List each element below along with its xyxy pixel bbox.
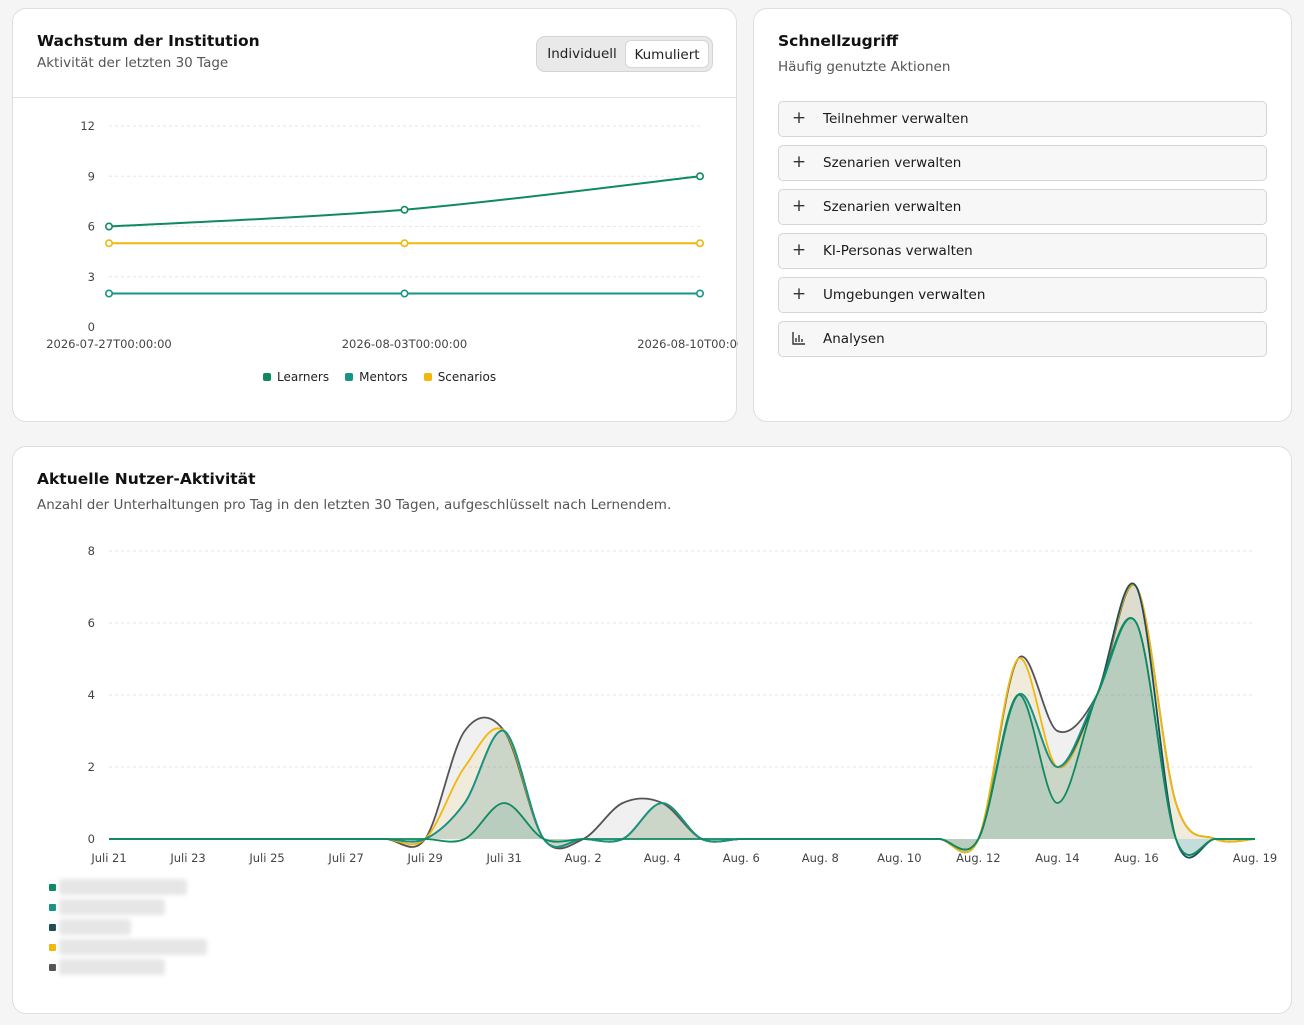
y-tick-label: 12 — [80, 119, 95, 133]
plus-icon: + — [791, 196, 807, 216]
plus-icon: + — [791, 108, 807, 128]
redacted-learner-name — [59, 899, 165, 915]
y-tick-label: 0 — [88, 832, 95, 846]
x-tick-label: Aug. 2 — [565, 851, 602, 865]
redacted-learner-name — [59, 939, 207, 955]
x-tick-label: Aug. 19 — [1233, 851, 1277, 865]
legend-item: Scenarios — [423, 370, 497, 384]
action-label: KI-Personas verwalten — [823, 243, 973, 259]
y-tick-label: 6 — [88, 220, 95, 234]
growth-chart: 0 3 6 9 12 2026-07-27T00:00:00 2026-08-03T00:0… — [46, 119, 738, 351]
legend-item: Learners — [263, 370, 329, 384]
x-tick-label: Juli 23 — [169, 851, 205, 865]
manage-scenarios-button-2[interactable]: + Szenarien verwalten — [778, 189, 1267, 225]
data-point — [400, 239, 409, 248]
x-tick-label: Juli 25 — [248, 851, 284, 865]
activity-chart: 0 2 4 6 8 Juli 21 Juli 23 Juli 25 Juli 27 Juli 29… — [88, 544, 1278, 865]
y-tick-label: 0 — [88, 320, 95, 334]
action-label: Analysen — [823, 331, 885, 347]
redacted-learner-name — [59, 879, 187, 895]
x-tick-label: Aug. 16 — [1114, 851, 1158, 865]
data-point — [695, 172, 704, 181]
x-tick-label: Aug. 4 — [644, 851, 681, 865]
action-label: Szenarien verwalten — [823, 199, 962, 215]
legend-swatch — [263, 373, 271, 381]
action-label: Teilnehmer verwalten — [823, 111, 969, 127]
quick-access-card: Schnellzugriff Häufig genutzte Aktionen … — [753, 8, 1292, 422]
x-tick-label: Aug. 6 — [723, 851, 760, 865]
legend-swatch — [49, 944, 56, 951]
x-tick-label: Aug. 12 — [956, 851, 1000, 865]
x-tick-label: 2026-08-10T00:00:00 — [637, 337, 738, 351]
x-tick-label: Juli 29 — [406, 851, 442, 865]
legend-swatch — [423, 373, 432, 381]
legend-swatch — [49, 924, 56, 931]
bar-chart-icon — [791, 330, 807, 346]
legend-label: Scenarios — [437, 370, 497, 384]
growth-legend: Learners Mentors Scenarios — [263, 370, 496, 384]
legend-label: Learners — [277, 370, 330, 384]
quick-access-subtitle: Häufig genutzte Aktionen — [778, 59, 951, 75]
action-label: Umgebungen verwalten — [823, 287, 986, 303]
data-point — [695, 289, 704, 298]
legend-swatch — [49, 964, 56, 971]
legend-item: Mentors — [345, 370, 408, 384]
data-point — [400, 205, 409, 214]
plus-icon: + — [791, 284, 807, 304]
redacted-learner-name — [59, 959, 165, 975]
y-tick-label: 9 — [88, 169, 95, 183]
x-tick-label: Juli 27 — [327, 851, 363, 865]
redacted-learner-name — [59, 919, 131, 935]
x-tick-label: Aug. 14 — [1035, 851, 1079, 865]
x-tick-label: Aug. 10 — [877, 851, 921, 865]
quick-access-title: Schnellzugriff — [778, 32, 899, 50]
y-tick-label: 2 — [88, 760, 95, 774]
manage-ai-personas-button[interactable]: + KI-Personas verwalten — [778, 233, 1267, 269]
series-line-learners — [108, 175, 701, 228]
x-tick-label: 2026-07-27T00:00:00 — [46, 337, 172, 351]
legend-swatch — [49, 904, 56, 911]
activity-card: Aktuelle Nutzer-Aktivität Anzahl der Unt… — [12, 446, 1292, 1014]
growth-card: Wachstum der Institution Aktivität der l… — [12, 8, 738, 422]
y-tick-label: 4 — [88, 688, 95, 702]
x-tick-label: 2026-08-03T00:00:00 — [342, 337, 468, 351]
y-tick-label: 8 — [88, 544, 95, 558]
y-tick-label: 3 — [88, 270, 95, 284]
legend-label: Mentors — [359, 370, 408, 384]
x-tick-label: Juli 31 — [485, 851, 521, 865]
plus-icon: + — [791, 240, 807, 260]
plus-icon: + — [791, 152, 807, 172]
data-point — [105, 239, 114, 248]
x-tick-label: Aug. 8 — [802, 851, 839, 865]
data-point — [695, 239, 704, 248]
x-tick-label: Juli 21 — [90, 851, 126, 865]
data-point — [400, 289, 409, 298]
action-label: Szenarien verwalten — [823, 155, 962, 171]
manage-environments-button[interactable]: + Umgebungen verwalten — [778, 277, 1267, 313]
legend-swatch — [345, 373, 354, 381]
manage-participants-button[interactable]: + Teilnehmer verwalten — [778, 101, 1267, 137]
data-point — [105, 222, 114, 231]
manage-scenarios-button[interactable]: + Szenarien verwalten — [778, 145, 1267, 181]
analytics-button[interactable]: Analysen — [778, 321, 1267, 357]
legend-swatch — [49, 884, 56, 891]
data-point — [105, 289, 114, 298]
y-tick-label: 6 — [88, 616, 95, 630]
